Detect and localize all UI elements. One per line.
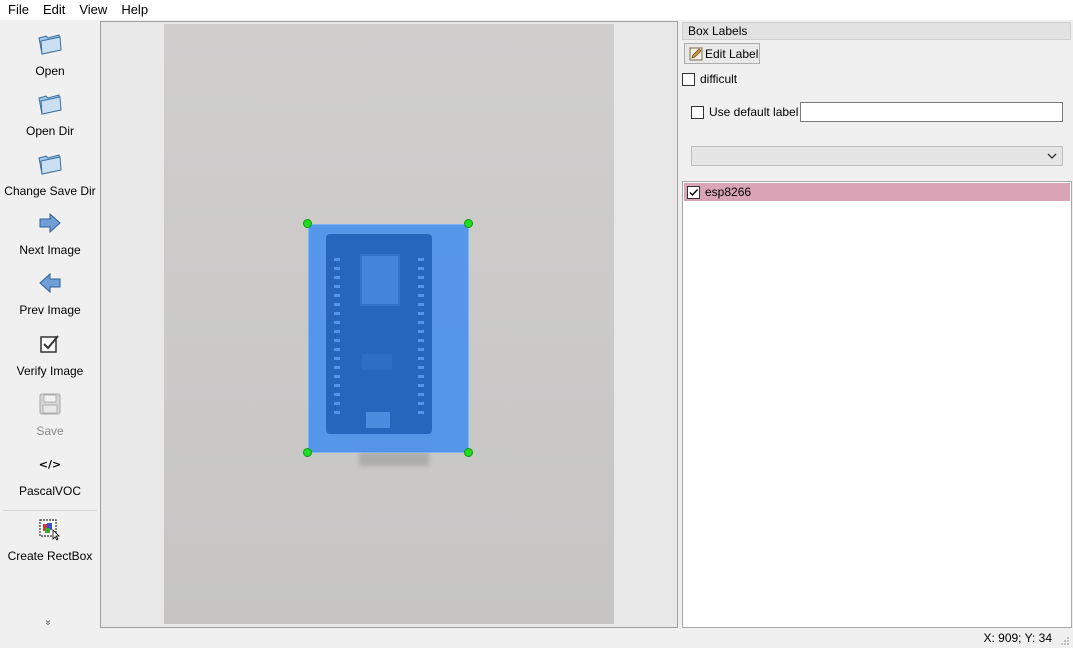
difficult-label: difficult <box>700 72 738 86</box>
create-rectbox-label: Create RectBox <box>7 549 93 563</box>
toolbar-extension-icon[interactable]: » <box>42 620 53 626</box>
edit-label-text: Edit Label <box>705 46 759 61</box>
default-label-input[interactable] <box>800 102 1063 122</box>
use-default-label-row[interactable]: Use default label <box>691 105 798 119</box>
bbox-handle-top-right[interactable] <box>464 219 473 228</box>
code-icon: </> <box>38 457 62 471</box>
draw-rectangle-icon <box>36 515 64 543</box>
change-save-dir-label: Change Save Dir <box>4 184 96 198</box>
label-text: esp8266 <box>705 185 752 199</box>
menu-file[interactable]: File <box>0 0 36 20</box>
folder-icon <box>36 90 64 118</box>
prev-image-button[interactable]: Prev Image <box>0 269 100 317</box>
floppy-disk-icon <box>36 390 64 418</box>
open-dir-button[interactable]: Open Dir <box>0 90 100 138</box>
chevron-down-icon[interactable] <box>1046 149 1058 163</box>
menu-view[interactable]: View <box>72 0 114 20</box>
format-label: PascalVOC <box>18 484 82 498</box>
bbox-handle-top-left[interactable] <box>303 219 312 228</box>
use-default-label-checkbox[interactable] <box>691 105 704 119</box>
edit-label-button[interactable]: Edit Label <box>684 43 760 64</box>
save-label: Save <box>36 424 64 438</box>
create-rectbox-button[interactable]: Create RectBox <box>0 515 100 563</box>
change-save-dir-button[interactable]: Change Save Dir <box>0 150 100 198</box>
format-toggle-button[interactable]: </> PascalVOC <box>0 450 100 499</box>
folder-icon <box>36 30 64 58</box>
status-bar: X: 909; Y: 34 <box>0 628 1073 648</box>
difficult-checkbox[interactable] <box>682 72 695 86</box>
folder-icon <box>36 150 64 178</box>
list-item[interactable]: esp8266 <box>684 183 1070 201</box>
save-button[interactable]: Save <box>0 390 100 438</box>
next-image-label: Next Image <box>19 243 81 257</box>
arrow-right-icon <box>36 209 64 237</box>
prev-image-label: Prev Image <box>19 303 81 317</box>
label-list[interactable]: esp8266 <box>682 181 1072 628</box>
checkbox-checked-icon <box>36 330 64 358</box>
menu-bar: File Edit View Help <box>0 0 1073 20</box>
dock-title: Box Labels <box>682 22 1071 40</box>
menu-help[interactable]: Help <box>114 0 155 20</box>
image-canvas[interactable] <box>100 21 678 628</box>
bbox-handle-bottom-left[interactable] <box>303 448 312 457</box>
arrow-left-icon <box>36 269 64 297</box>
verify-image-label: Verify Image <box>16 364 84 378</box>
toolbar-separator <box>3 510 97 511</box>
next-image-button[interactable]: Next Image <box>0 209 100 257</box>
box-labels-dock: Box Labels Edit Label difficult Use defa… <box>681 21 1073 628</box>
open-button[interactable]: Open <box>0 30 100 78</box>
bbox-handle-bottom-right[interactable] <box>464 448 473 457</box>
cursor-coordinates: X: 909; Y: 34 <box>983 631 1052 645</box>
verify-image-button[interactable]: Verify Image <box>0 330 100 378</box>
open-label: Open <box>35 64 65 78</box>
menu-edit[interactable]: Edit <box>36 0 72 20</box>
resize-grip-icon[interactable] <box>1060 635 1070 645</box>
toolbar: Open Open Dir Change Save Dir Next Image… <box>0 21 100 628</box>
difficult-row[interactable]: difficult <box>682 72 737 86</box>
bounding-box-esp8266[interactable] <box>308 224 469 453</box>
label-visibility-checkbox[interactable] <box>687 185 700 199</box>
open-dir-label: Open Dir <box>25 124 75 138</box>
image-shadow <box>359 452 429 466</box>
label-combo-box[interactable] <box>691 146 1063 166</box>
use-default-label-text: Use default label <box>709 105 799 119</box>
edit-pencil-icon <box>689 47 703 61</box>
